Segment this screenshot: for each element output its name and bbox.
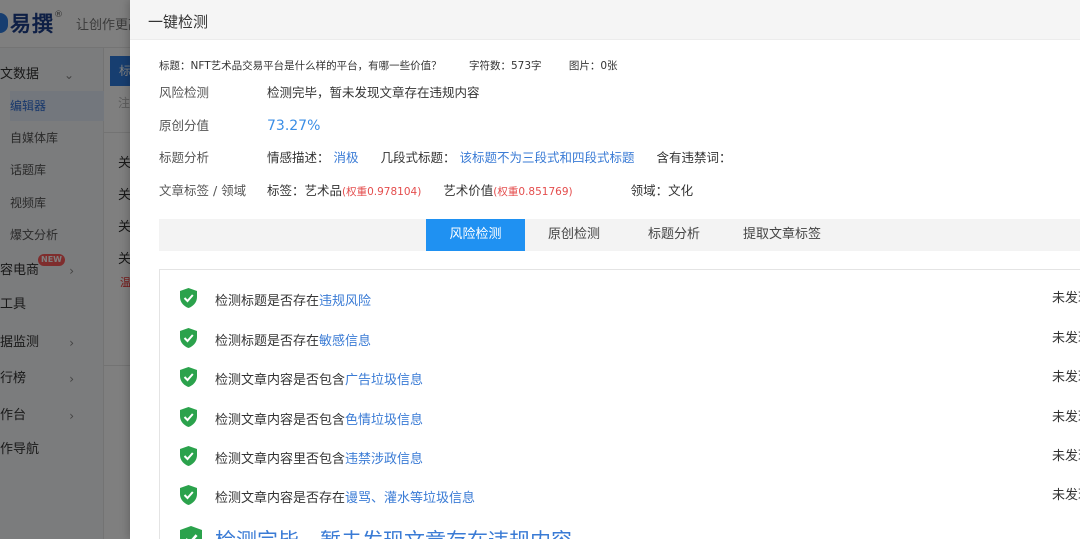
- sentiment-value: 消极: [333, 150, 359, 165]
- tab-extract-tags[interactable]: 提取文章标签: [727, 219, 837, 251]
- shield-check-icon: [180, 407, 197, 427]
- risk-label: 风险检测: [159, 85, 210, 100]
- tag-2-weight: (权重0.851769): [493, 186, 573, 198]
- detection-tabs: 风险检测 原创检测 标题分析 提取文章标签: [159, 219, 1080, 251]
- word-count: 字符数：573字: [468, 60, 542, 72]
- article-meta: 标题：NFT艺术品交易平台是什么样的平台，有哪一些价值？ 字符数：573字 图片…: [159, 58, 642, 73]
- check-status: 未发现: [1051, 331, 1080, 346]
- tab-title-analysis[interactable]: 标题分析: [634, 219, 714, 251]
- originality-label: 原创分值: [159, 118, 210, 133]
- check-text: 检测文章内容是否包含色情垃圾信息: [215, 413, 424, 428]
- title-analysis-label: 标题分析: [159, 150, 210, 165]
- check-text: 检测文章内容里否包含违禁涉政信息: [215, 452, 424, 467]
- shield-check-icon: [180, 288, 197, 308]
- risk-value: 检测完毕，暂未发现文章存在违规内容: [267, 85, 480, 100]
- tag-1-weight: (权重0.978104): [342, 186, 422, 198]
- check-text: 检测文章内容是否存在谩骂、灌水等垃圾信息: [215, 491, 476, 506]
- check-item: 检测文章内容是否包含广告垃圾信息 未发现: [180, 366, 1080, 390]
- detection-drawer: 一键检测 标题：NFT艺术品交易平台是什么样的平台，有哪一些价值？ 字符数：57…: [130, 0, 1080, 539]
- drawer-title: 一键检测: [148, 13, 209, 31]
- check-status: 未发现: [1051, 449, 1080, 464]
- banned-words-label: 含有违禁词：: [656, 150, 732, 165]
- tab-originality-detection[interactable]: 原创检测: [534, 219, 614, 251]
- sentiment-label: 情感描述：: [267, 150, 330, 165]
- check-text: 检测文章内容是否包含广告垃圾信息: [215, 373, 424, 388]
- title-analysis-value: 情感描述： 消极 几段式标题： 该标题不为三段式和四段式标题 含有违禁词：: [267, 147, 731, 169]
- check-item: 检测标题是否存在敏感信息 未发现: [180, 327, 1080, 351]
- shield-check-icon: [180, 446, 197, 466]
- check-highlight[interactable]: 敏感信息: [319, 334, 371, 349]
- check-status: 未发现: [1051, 410, 1080, 425]
- check-text: 检测标题是否存在敏感信息: [215, 334, 372, 349]
- check-item: 检测文章内容里否包含违禁涉政信息 未发现: [180, 445, 1080, 469]
- structure-value: 该标题不为三段式和四段式标题: [459, 150, 635, 165]
- image-count: 图片：0张: [568, 60, 618, 72]
- structure-label: 几段式标题：: [380, 150, 456, 165]
- tags-value: 标签：艺术品(权重0.978104) 艺术价值(权重0.851769) 领域：文…: [267, 180, 693, 203]
- check-text: 检测标题是否存在违规风险: [215, 294, 372, 309]
- risk-result-panel: 检测标题是否存在违规风险 未发现 检测标题是否存在敏感信息 未发现 检测文章内容…: [159, 269, 1080, 539]
- domain-label: 领域：文化: [630, 183, 694, 198]
- tab-risk-detection[interactable]: 风险检测: [426, 219, 525, 251]
- check-item: 检测标题是否存在违规风险 未发现: [180, 287, 1080, 311]
- check-item: 检测文章内容是否包含色情垃圾信息 未发现: [180, 406, 1080, 430]
- final-result-text: 检测完毕，暂未发现文章存在违规内容: [215, 525, 572, 539]
- shield-check-icon: [180, 328, 197, 348]
- article-title: 标题：NFT艺术品交易平台是什么样的平台，有哪一些价值？: [159, 60, 442, 72]
- shield-check-icon: [180, 526, 202, 539]
- drawer-header: 一键检测: [130, 0, 1080, 40]
- shield-check-icon: [180, 485, 197, 505]
- tags-label: 文章标签 / 领域: [159, 183, 247, 198]
- check-highlight[interactable]: 色情垃圾信息: [345, 413, 423, 428]
- check-status: 未发现: [1051, 291, 1080, 306]
- check-highlight[interactable]: 违禁涉政信息: [345, 452, 423, 467]
- check-highlight[interactable]: 谩骂、灌水等垃圾信息: [345, 491, 475, 506]
- originality-score: 73.27%: [267, 118, 321, 134]
- check-status: 未发现: [1051, 370, 1080, 385]
- check-item: 检测文章内容是否存在谩骂、灌水等垃圾信息 未发现: [180, 484, 1080, 508]
- tag-2-label: 艺术价值: [443, 183, 494, 198]
- check-highlight[interactable]: 广告垃圾信息: [345, 373, 423, 388]
- shield-check-icon: [180, 367, 197, 387]
- check-highlight[interactable]: 违规风险: [319, 294, 371, 309]
- check-status: 未发现: [1051, 488, 1080, 503]
- tag-1-label: 标签：艺术品: [267, 183, 343, 198]
